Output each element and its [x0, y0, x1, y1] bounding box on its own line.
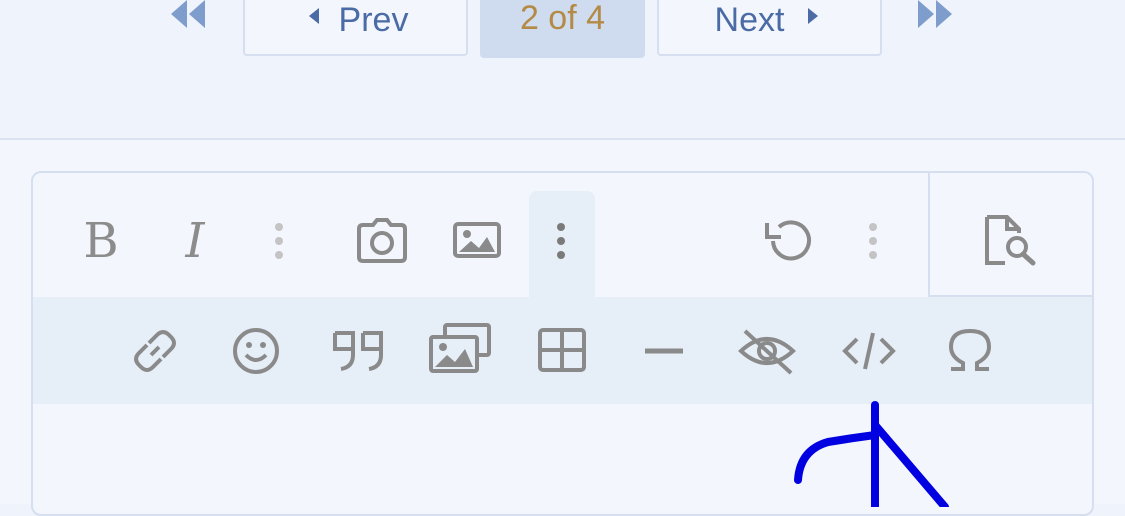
next-arrow-icon: [802, 0, 824, 42]
first-page-icon[interactable]: [167, 0, 207, 34]
code-icon[interactable]: [839, 323, 899, 379]
pagination-bar: Prev 2 of 4 Next: [0, 0, 1125, 140]
horizontal-line-icon[interactable]: [637, 337, 691, 365]
current-page-indicator: 2 of 4: [480, 0, 645, 58]
italic-icon[interactable]: I: [167, 213, 223, 269]
image-icon[interactable]: [451, 219, 505, 265]
bold-icon[interactable]: B: [73, 213, 129, 269]
more-options-icon[interactable]: [863, 219, 883, 263]
next-label: Next: [714, 1, 785, 39]
link-icon[interactable]: [127, 323, 183, 379]
toolbar-row-primary: B I: [33, 173, 1092, 297]
prev-label: Prev: [338, 1, 409, 39]
gallery-icon[interactable]: [429, 321, 493, 379]
undo-icon[interactable]: [761, 217, 815, 267]
more-insert-options-icon[interactable]: [551, 219, 571, 263]
prev-button[interactable]: Prev: [243, 0, 468, 56]
special-character-icon[interactable]: [941, 323, 999, 379]
next-button[interactable]: Next: [657, 0, 882, 56]
camera-icon[interactable]: [355, 217, 409, 267]
preview-icon[interactable]: [981, 213, 1041, 269]
quote-icon[interactable]: [329, 323, 389, 379]
hand-drawn-annotation: [780, 395, 960, 512]
toolbar-separator: [928, 173, 930, 297]
prev-arrow-icon: [303, 0, 325, 42]
emoji-icon[interactable]: [228, 323, 284, 379]
toolbar-row-secondary: [33, 297, 1092, 404]
spoiler-icon[interactable]: [735, 323, 799, 379]
last-page-icon[interactable]: [916, 0, 956, 34]
more-text-options-icon[interactable]: [269, 219, 289, 263]
table-icon[interactable]: [535, 325, 589, 377]
